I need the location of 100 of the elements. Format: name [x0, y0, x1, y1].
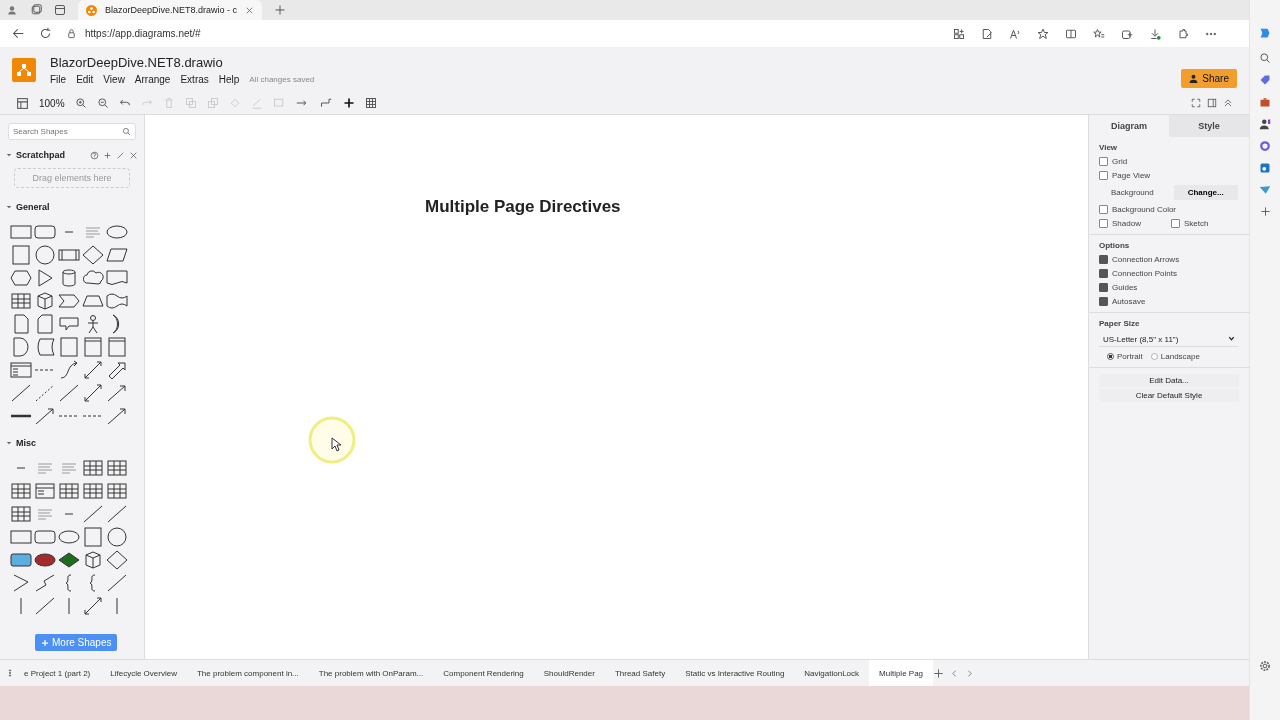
shape-thumbnail-icon[interactable] [106, 383, 128, 403]
new-tab-icon[interactable] [274, 4, 287, 16]
shape-thumbnail-icon[interactable] [34, 245, 56, 265]
shape-thumbnail-icon[interactable] [82, 458, 104, 478]
shape-thumbnail-icon[interactable] [106, 573, 128, 593]
shape-thumbnail-icon[interactable] [82, 596, 104, 616]
shape-thumbnail-icon[interactable] [82, 527, 104, 547]
section-title[interactable]: Scratchpad [16, 150, 86, 160]
zoom-dropdown[interactable]: 100% [39, 97, 65, 109]
menu-item[interactable]: View [103, 73, 125, 85]
shape-thumbnail-icon[interactable] [34, 314, 56, 334]
shape-thumbnail-icon[interactable] [106, 481, 128, 501]
caret-icon[interactable] [6, 440, 12, 446]
checkbox[interactable] [1099, 205, 1108, 214]
close-icon[interactable] [245, 5, 255, 15]
shape-thumbnail-icon[interactable] [34, 222, 56, 242]
shape-thumbnail-icon[interactable] [10, 550, 32, 570]
menu-item[interactable]: Arrange [134, 73, 171, 85]
shape-thumbnail-icon[interactable] [10, 245, 32, 265]
shape-thumbnail-icon[interactable] [106, 337, 128, 357]
waypoints-icon[interactable] [318, 97, 333, 109]
page-tab[interactable]: NavigationLock [794, 660, 870, 686]
ring-icon[interactable] [1259, 140, 1271, 152]
shape-thumbnail-icon[interactable] [82, 268, 104, 288]
address-field[interactable]: https://app.diagrams.net/# [85, 28, 201, 39]
shape-thumbnail-icon[interactable] [82, 550, 104, 570]
shape-thumbnail-icon[interactable] [58, 337, 80, 357]
read-aloud-icon[interactable] [1009, 27, 1021, 40]
back-icon[interactable] [12, 27, 25, 40]
checkbox[interactable] [1099, 171, 1108, 180]
shape-thumbnail-icon[interactable] [10, 527, 32, 547]
shape-thumbnail-icon[interactable] [58, 360, 80, 380]
help-icon[interactable] [90, 150, 99, 160]
panel-layout-icon[interactable] [16, 96, 29, 110]
checkbox[interactable] [1099, 219, 1108, 228]
search-icon[interactable] [1259, 52, 1271, 64]
zoom-in-icon[interactable] [74, 97, 87, 109]
shape-thumbnail-icon[interactable] [10, 481, 32, 501]
shape-thumbnail-icon[interactable] [34, 291, 56, 311]
page-tab[interactable]: ShouldRender [533, 660, 605, 686]
shape-thumbnail-icon[interactable] [10, 337, 32, 357]
section-title[interactable]: Misc [16, 438, 138, 448]
pages-menu-icon[interactable] [6, 668, 14, 678]
menu-item[interactable]: Help [218, 73, 240, 85]
lock-icon[interactable] [66, 28, 77, 39]
shape-thumbnail-icon[interactable] [82, 383, 104, 403]
checkbox[interactable] [1099, 269, 1108, 278]
panel-tab[interactable]: Style [1169, 115, 1249, 137]
workspaces-icon[interactable] [30, 4, 42, 16]
edit-icon[interactable] [116, 150, 125, 160]
checkbox[interactable] [1099, 157, 1108, 166]
shape-thumbnail-icon[interactable] [106, 458, 128, 478]
shape-thumbnail-icon[interactable] [10, 360, 32, 380]
shape-thumbnail-icon[interactable] [34, 406, 56, 426]
shape-thumbnail-icon[interactable] [10, 291, 32, 311]
shape-thumbnail-icon[interactable] [82, 360, 104, 380]
shape-thumbnail-icon[interactable] [106, 406, 128, 426]
radio-button[interactable] [1107, 353, 1114, 360]
shape-thumbnail-icon[interactable] [106, 360, 128, 380]
shape-thumbnail-icon[interactable] [82, 504, 104, 524]
shape-thumbnail-icon[interactable] [106, 550, 128, 570]
collections-icon[interactable] [1121, 27, 1133, 40]
page-tab[interactable]: The problem with OnParam... [308, 660, 434, 686]
shape-thumbnail-icon[interactable] [34, 573, 56, 593]
shape-thumbnail-icon[interactable] [34, 481, 56, 501]
shape-thumbnail-icon[interactable] [34, 550, 56, 570]
page-tab[interactable]: The problem component in... [186, 660, 309, 686]
shape-thumbnail-icon[interactable] [106, 268, 128, 288]
download-icon[interactable] [1149, 27, 1161, 40]
shape-thumbnail-icon[interactable] [10, 383, 32, 403]
shape-thumbnail-icon[interactable] [58, 383, 80, 403]
checkbox[interactable] [1099, 297, 1108, 306]
format-panel-icon[interactable] [1207, 98, 1217, 108]
page-tab[interactable]: Static vs Interactive Routing [675, 660, 795, 686]
apps-icon[interactable] [953, 27, 965, 40]
page-tab[interactable]: Component Rendering [433, 660, 534, 686]
shape-thumbnail-icon[interactable] [58, 481, 80, 501]
insert-icon[interactable] [342, 97, 355, 109]
shape-thumbnail-icon[interactable] [58, 527, 80, 547]
checkbox[interactable] [1099, 255, 1108, 264]
panel-button[interactable]: Edit Data... [1099, 374, 1239, 387]
add-page-icon[interactable] [933, 667, 945, 679]
file-name[interactable]: BlazorDeepDive.NET8.drawio [50, 54, 1168, 70]
collapse-icon[interactable] [1223, 98, 1233, 108]
shape-thumbnail-icon[interactable] [34, 337, 56, 357]
shape-thumbnail-icon[interactable] [10, 504, 32, 524]
shape-thumbnail-icon[interactable] [82, 481, 104, 501]
search-icon[interactable] [122, 127, 131, 136]
shape-thumbnail-icon[interactable] [82, 245, 104, 265]
split-screen-icon[interactable] [1065, 27, 1077, 40]
mail-icon[interactable] [1259, 162, 1271, 174]
refresh-icon[interactable] [39, 27, 52, 40]
shape-thumbnail-icon[interactable] [82, 337, 104, 357]
shape-thumbnail-icon[interactable] [58, 291, 80, 311]
tag-icon[interactable] [1259, 74, 1271, 86]
radio-button[interactable] [1150, 353, 1158, 360]
browser-tab[interactable]: BlazorDeepDive.NET8.drawio - c [78, 0, 263, 20]
settings-icon[interactable] [1259, 660, 1271, 672]
shape-thumbnail-icon[interactable] [34, 527, 56, 547]
edit-page-icon[interactable] [981, 27, 993, 40]
